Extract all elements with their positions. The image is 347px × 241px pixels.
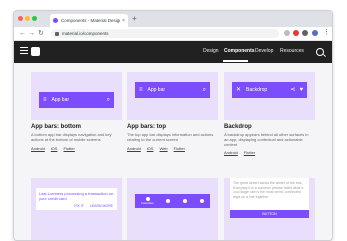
- new-tab-button[interactable]: +: [132, 14, 137, 24]
- forward-icon[interactable]: →: [28, 29, 35, 38]
- tab-strip: Components - Material Design × +: [14, 11, 332, 27]
- nav-components[interactable]: Components: [224, 48, 255, 54]
- tab-close-icon[interactable]: ×: [122, 18, 125, 24]
- url-input[interactable]: material.io/components: [51, 29, 279, 38]
- heart-icon: ♥: [299, 87, 303, 93]
- card-title[interactable]: App bars: bottom: [31, 124, 81, 130]
- banner-illustration: Last Lumbers processing a transaction on…: [36, 188, 117, 210]
- card-image-dialog[interactable]: The great desert sands the winter of the…: [224, 178, 315, 240]
- news-icon: [199, 199, 204, 203]
- banner-action: LEARN MORE: [89, 204, 113, 208]
- back-icon[interactable]: ←: [19, 29, 26, 38]
- menu-icon: ≡: [43, 97, 47, 103]
- material-logo[interactable]: [31, 47, 40, 56]
- card-description: A backdrop appears behind all other surf…: [224, 132, 309, 147]
- place-icon: [182, 199, 187, 203]
- browser-tab[interactable]: Components - Material Design ×: [50, 14, 128, 27]
- backdrop-illustration: ✕ Backdrop ⋖ ♥: [232, 82, 307, 98]
- share-icon: ⋖: [290, 87, 296, 93]
- bottom-nav-item: [199, 199, 204, 203]
- link-ios[interactable]: iOS: [147, 146, 154, 151]
- card-image-banner[interactable]: Last Lumbers processing a transaction on…: [31, 178, 122, 240]
- card-image-bottom-app-bar[interactable]: ≡ App bar ⌕: [31, 72, 122, 120]
- link-flutter[interactable]: Flutter: [174, 146, 185, 151]
- menu-icon[interactable]: [20, 47, 28, 56]
- nav-resources[interactable]: Resources: [280, 48, 304, 54]
- extension-icon[interactable]: [293, 30, 299, 36]
- link-flutter[interactable]: Flutter: [63, 146, 74, 151]
- app-bar-label: App bar: [51, 97, 70, 103]
- card-title[interactable]: Backdrop: [224, 124, 252, 130]
- card-description: The top app bar displays information and…: [127, 132, 214, 142]
- minimize-window-icon[interactable]: [25, 16, 30, 21]
- bottom-nav-item: Favorites: [141, 197, 154, 205]
- nav-design[interactable]: Design: [203, 48, 219, 54]
- link-android[interactable]: Android: [224, 150, 238, 155]
- link-ios[interactable]: iOS: [51, 146, 58, 151]
- platform-links: Android Flutter: [224, 150, 255, 155]
- app-bar-illustration: ≡ App bar ⌕: [135, 82, 210, 98]
- card-image-backdrop[interactable]: ✕ Backdrop ⋖ ♥: [224, 72, 315, 120]
- banner-actions: FIX IT LEARN MORE: [74, 204, 113, 208]
- music-icon: [166, 199, 171, 203]
- link-android[interactable]: Android: [31, 146, 45, 151]
- card-title[interactable]: App bars: top: [127, 124, 166, 130]
- site-header: Design Components Develop Resources: [14, 41, 332, 63]
- maximize-window-icon[interactable]: [32, 16, 37, 21]
- banner-message: Last Lumbers processing a transaction on…: [39, 191, 114, 201]
- dialog-button: BUTTON: [230, 210, 309, 218]
- address-bar: ← → ↻ material.io/components ⋮: [14, 27, 332, 41]
- bottom-nav-label: Favorites: [141, 201, 154, 205]
- banner-action: FIX IT: [74, 204, 84, 208]
- lock-icon: [55, 31, 59, 36]
- close-icon: ✕: [236, 87, 242, 93]
- search-icon: ⌕: [202, 87, 206, 93]
- menu-icon: ≡: [139, 87, 143, 93]
- bottom-nav-illustration: Favorites: [135, 194, 210, 208]
- link-web[interactable]: Web: [159, 146, 167, 151]
- link-flutter[interactable]: Flutter: [244, 150, 255, 155]
- search-icon: ⌕: [106, 97, 110, 103]
- bottom-nav-item: [166, 199, 171, 203]
- more-vert-icon[interactable]: ⋮: [323, 28, 330, 37]
- platform-links: Android iOS Flutter: [31, 146, 75, 151]
- platform-links: Android iOS Web Flutter: [127, 146, 185, 151]
- backdrop-label: Backdrop: [246, 87, 268, 93]
- active-nav-indicator: [223, 60, 248, 62]
- nav-develop[interactable]: Develop: [255, 48, 273, 54]
- card-description: A bottom app bar displays navigation and…: [31, 132, 112, 142]
- card-image-top-app-bar[interactable]: ≡ App bar ⌕: [127, 72, 218, 120]
- dialog-illustration: The great desert sands the winter of the…: [230, 178, 309, 218]
- url-text: material.io/components: [62, 31, 109, 36]
- app-bar-label: App bar: [147, 87, 166, 93]
- extension-icon[interactable]: [302, 30, 308, 36]
- extension-icon[interactable]: [284, 30, 290, 36]
- link-android[interactable]: Android: [127, 146, 141, 151]
- profile-avatar[interactable]: [312, 30, 318, 36]
- dialog-text: The great desert sands the winter of the…: [233, 181, 304, 199]
- close-window-icon[interactable]: [18, 16, 23, 21]
- app-bar-illustration: ≡ App bar ⌕: [39, 92, 114, 108]
- search-icon[interactable]: [316, 48, 324, 56]
- reload-icon[interactable]: ↻: [38, 29, 44, 38]
- bottom-nav-item: [182, 199, 187, 203]
- card-image-bottom-navigation[interactable]: Favorites: [127, 178, 218, 240]
- tab-title: Components - Material Design: [61, 18, 121, 23]
- browser-window: Components - Material Design × + ← → ↻ m…: [13, 10, 333, 241]
- favicon-icon: [53, 18, 58, 23]
